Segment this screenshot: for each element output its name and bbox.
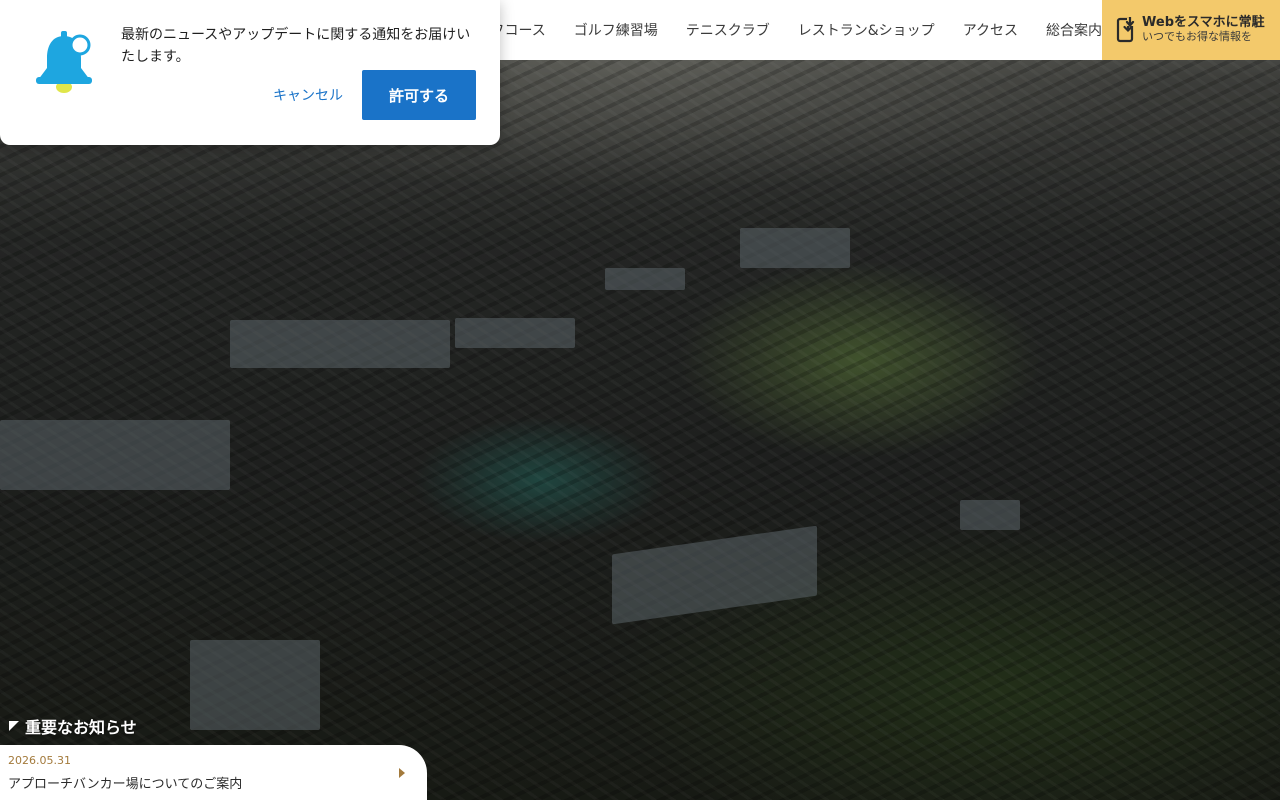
push-notification-prompt: 最新のニュースやアップデートに関する通知をお届けいたします。 キャンセル 許可す…	[0, 0, 500, 145]
nav-item-general-info[interactable]: 総合案内	[1046, 20, 1102, 40]
install-cta-subtitle: いつでもお得な情報を	[1142, 30, 1252, 44]
phone-download-icon	[1116, 17, 1136, 43]
page: ルフコース ゴルフ練習場 テニスクラブ レストラン&ショップ アクセス 総合案内…	[0, 0, 1280, 800]
notice-text: アプローチバンカー場についてのご案内	[8, 777, 243, 792]
chevron-right-icon	[399, 768, 405, 778]
notice-item[interactable]: 2026.05.31 アプローチバンカー場についてのご案内	[0, 745, 427, 800]
bell-icon	[36, 31, 92, 93]
nav-item-access[interactable]: アクセス	[963, 20, 1018, 40]
install-cta-title: Webをスマホに常駐	[1142, 15, 1265, 31]
install-web-app-button[interactable]: Webをスマホに常駐 いつでもお得な情報を	[1102, 0, 1280, 60]
main-nav: ルフコース ゴルフ練習場 テニスクラブ レストラン&ショップ アクセス 総合案内	[476, 0, 1102, 60]
important-notice-title: 重要なお知らせ	[25, 718, 137, 737]
nav-item-restaurant-shop[interactable]: レストラン&ショップ	[798, 20, 935, 40]
important-notice-heading: 重要なお知らせ	[8, 714, 137, 738]
nav-item-tennis-club[interactable]: テニスクラブ	[686, 20, 770, 40]
triangle-marker-icon	[9, 721, 19, 731]
notification-message: 最新のニュースやアップデートに関する通知をお届けいたします。	[121, 27, 471, 65]
notice-date: 2026.05.31	[8, 754, 71, 767]
nav-item-driving-range[interactable]: ゴルフ練習場	[574, 20, 658, 40]
cancel-button[interactable]: キャンセル	[262, 74, 354, 116]
allow-button[interactable]: 許可する	[362, 70, 476, 120]
